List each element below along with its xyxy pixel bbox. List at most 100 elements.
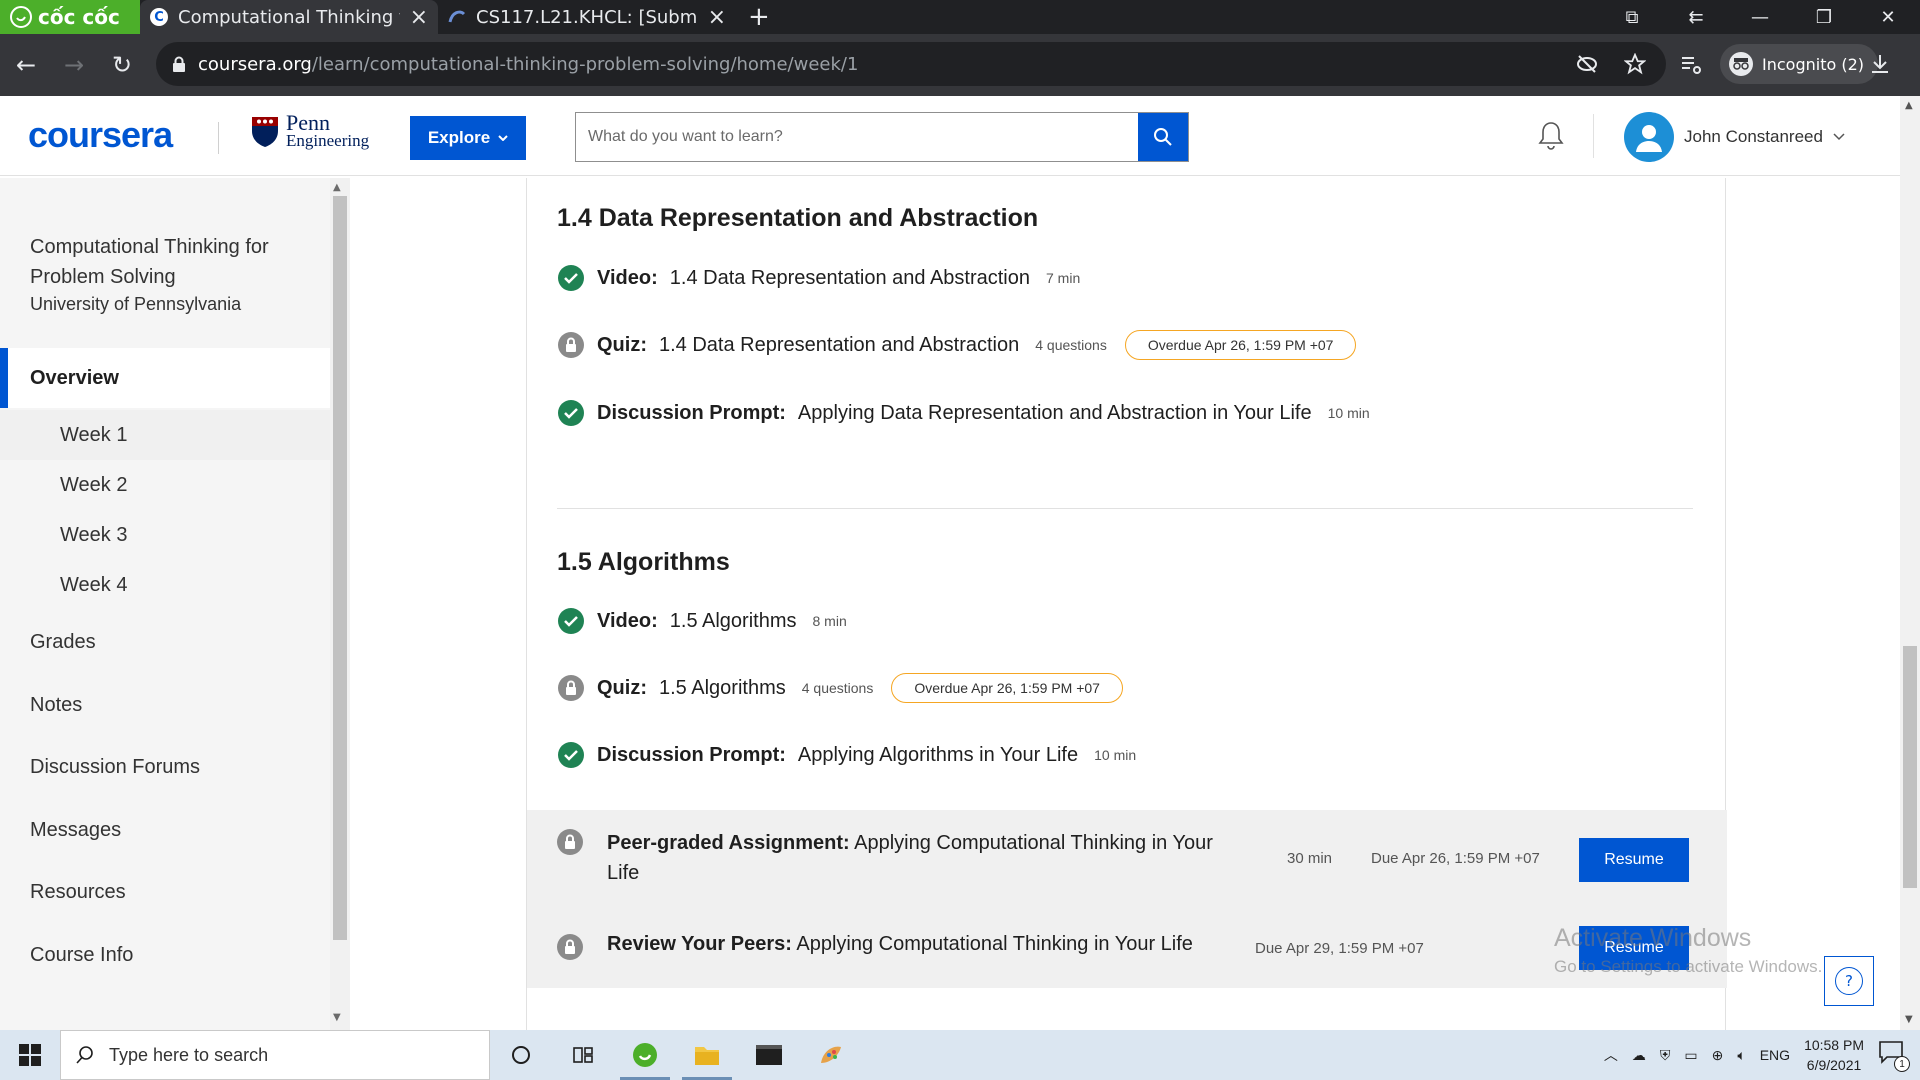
search-icon: [76, 1046, 93, 1064]
notification-icon[interactable]: 1: [1878, 1040, 1910, 1072]
window-close-icon[interactable]: ✕: [1856, 7, 1920, 28]
chevron-up-icon[interactable]: ︿: [1604, 1045, 1618, 1065]
overdue-badge: Overdue Apr 26, 1:59 PM +07: [891, 673, 1123, 703]
coccoc-taskbar-icon[interactable]: [614, 1030, 676, 1080]
watermark-title: Activate Windows: [1554, 924, 1752, 952]
reload-icon[interactable]: ↻: [100, 43, 144, 87]
explore-button[interactable]: Explore: [410, 116, 526, 160]
eye-off-icon[interactable]: [1576, 55, 1598, 73]
coursera-logo[interactable]: coursera: [28, 114, 173, 156]
download-icon[interactable]: [1868, 52, 1892, 76]
coursera-header: coursera Penn Engineering Explore John C…: [0, 96, 1900, 176]
help-icon: ?: [1835, 967, 1863, 995]
partner-line2: Engineering: [286, 131, 370, 150]
sidebar-item-week-4[interactable]: Week 4: [0, 560, 330, 610]
watermark-subtitle: Go to Settings to activate Windows.: [1554, 957, 1823, 976]
sidebar-item-week-1[interactable]: Week 1: [0, 410, 330, 460]
bell-icon[interactable]: [1536, 120, 1566, 152]
battery-icon[interactable]: ▭: [1684, 1047, 1697, 1064]
new-tab-icon[interactable]: +: [736, 0, 782, 34]
item-duration: 10 min: [1094, 747, 1137, 763]
item-duration: 7 min: [1046, 270, 1081, 286]
page-scrollbar[interactable]: [1900, 96, 1920, 1030]
url-host: coursera.org: [198, 53, 312, 75]
volume-icon[interactable]: 🔈︎: [1737, 1047, 1745, 1064]
scroll-down-icon[interactable]: ▼: [1905, 1014, 1913, 1025]
item-name: Applying Data Representation and Abstrac…: [797, 401, 1312, 424]
tab-coursera[interactable]: C Computational Thinking for Problem Sol…: [140, 0, 438, 34]
incognito-badge[interactable]: Incognito (2): [1720, 44, 1878, 84]
sidebar-item-grades[interactable]: Grades: [0, 612, 330, 672]
sidebar-item-overview[interactable]: Overview: [0, 348, 330, 408]
search-button[interactable]: [1138, 113, 1188, 161]
lesson-item[interactable]: Discussion Prompt: Applying Data Represe…: [557, 393, 1370, 433]
sidebar-item-week-3[interactable]: Week 3: [0, 510, 330, 560]
taskbar-search[interactable]: [60, 1030, 490, 1080]
close-tab-icon[interactable]: ×: [410, 5, 428, 30]
user-menu[interactable]: John Constanreed: [1624, 112, 1845, 162]
sidebar-item-week-2[interactable]: Week 2: [0, 460, 330, 510]
playlist-icon[interactable]: [1680, 54, 1702, 76]
review-title[interactable]: Review Your Peers: Applying Computationa…: [607, 933, 1193, 956]
sidebar-scroll-thumb[interactable]: [333, 196, 347, 940]
language-indicator[interactable]: ENG: [1760, 1047, 1790, 1063]
restore-icon[interactable]: ❐: [1792, 7, 1856, 28]
task-view-icon[interactable]: [552, 1030, 614, 1080]
sidebar-item-messages[interactable]: Messages: [0, 800, 330, 860]
section-divider: [557, 508, 1693, 509]
penn-shield-icon: [252, 117, 278, 147]
sidebar-item-course-info[interactable]: Course Info: [0, 925, 330, 985]
overdue-badge: Overdue Apr 26, 1:59 PM +07: [1124, 330, 1357, 360]
clock[interactable]: 10:58 PM 6/9/2021: [1804, 1035, 1864, 1075]
item-name-line2: Life: [607, 862, 640, 884]
search-input[interactable]: [576, 113, 1138, 161]
network-icon[interactable]: ⊕: [1712, 1047, 1724, 1064]
lesson-item[interactable]: Quiz: 1.5 Algorithms 4 questions Overdue…: [557, 668, 1123, 708]
sidebar-item-resources[interactable]: Resources: [0, 862, 330, 922]
back-icon[interactable]: ←: [4, 43, 48, 87]
security-icon[interactable]: ⛨: [1660, 1047, 1671, 1064]
item-questions: 4 questions: [801, 680, 874, 696]
clock-time: 10:58 PM: [1804, 1037, 1864, 1053]
scroll-up-icon[interactable]: ▲: [333, 182, 341, 193]
scroll-up-icon[interactable]: ▲: [1905, 100, 1913, 111]
star-icon[interactable]: [1624, 53, 1646, 75]
close-tab-icon[interactable]: ×: [708, 5, 726, 30]
incognito-icon: [1729, 52, 1753, 76]
explorer-icon[interactable]: [676, 1030, 738, 1080]
paint-icon[interactable]: [800, 1030, 862, 1080]
url-field[interactable]: coursera.org/learn/computational-thinkin…: [156, 42, 1666, 86]
explore-label: Explore: [427, 128, 491, 147]
tab-submission[interactable]: CS117.L21.KHCL: [Submission ×: [438, 0, 736, 34]
lesson-item[interactable]: Quiz: 1.4 Data Representation and Abstra…: [557, 325, 1357, 365]
item-kind: Quiz:: [597, 676, 647, 699]
windows-icon[interactable]: [0, 1030, 60, 1080]
partner-line1: Penn: [286, 110, 330, 135]
lesson-item[interactable]: Video: 1.4 Data Representation and Abstr…: [557, 258, 1080, 298]
scroll-down-icon[interactable]: ▼: [333, 1012, 341, 1023]
tab-title: Computational Thinking for Problem Solvi…: [178, 6, 400, 28]
moodle-favicon-icon: [448, 10, 466, 23]
assignment-title[interactable]: Peer-graded Assignment: Applying Computa…: [607, 828, 1267, 888]
cloud-icon[interactable]: ☁: [1632, 1047, 1646, 1064]
week-content: 1.4 Data Representation and Abstraction …: [526, 178, 1727, 1030]
cortana-icon[interactable]: [490, 1030, 552, 1080]
screenshot-icon[interactable]: ⧉: [1600, 7, 1664, 28]
course-title[interactable]: Computational Thinking for Problem Solvi…: [30, 232, 310, 292]
page-scroll-thumb[interactable]: [1903, 646, 1917, 888]
taskbar-search-input[interactable]: [109, 1044, 409, 1066]
lesson-item[interactable]: Video: 1.5 Algorithms 8 min: [557, 601, 847, 641]
penn-engineering-logo[interactable]: Penn Engineering: [250, 110, 370, 150]
sidebar-toggle-icon[interactable]: ⇇: [1664, 7, 1728, 28]
browser-brand[interactable]: cốc cốc: [0, 0, 140, 34]
sidebar-item-discussion-forums[interactable]: Discussion Forums: [0, 737, 330, 797]
help-button[interactable]: ?: [1824, 956, 1874, 1006]
item-name: Applying Computational Thinking in Your …: [796, 933, 1193, 955]
forward-icon[interactable]: →: [52, 43, 96, 87]
sidebar-item-notes[interactable]: Notes: [0, 675, 330, 735]
lesson-item[interactable]: Discussion Prompt: Applying Algorithms i…: [557, 735, 1136, 775]
resume-button[interactable]: Resume: [1579, 838, 1689, 882]
terminal-icon[interactable]: [738, 1030, 800, 1080]
minimize-icon[interactable]: —: [1728, 7, 1792, 28]
course-sidebar: Computational Thinking for Problem Solvi…: [0, 178, 330, 1030]
